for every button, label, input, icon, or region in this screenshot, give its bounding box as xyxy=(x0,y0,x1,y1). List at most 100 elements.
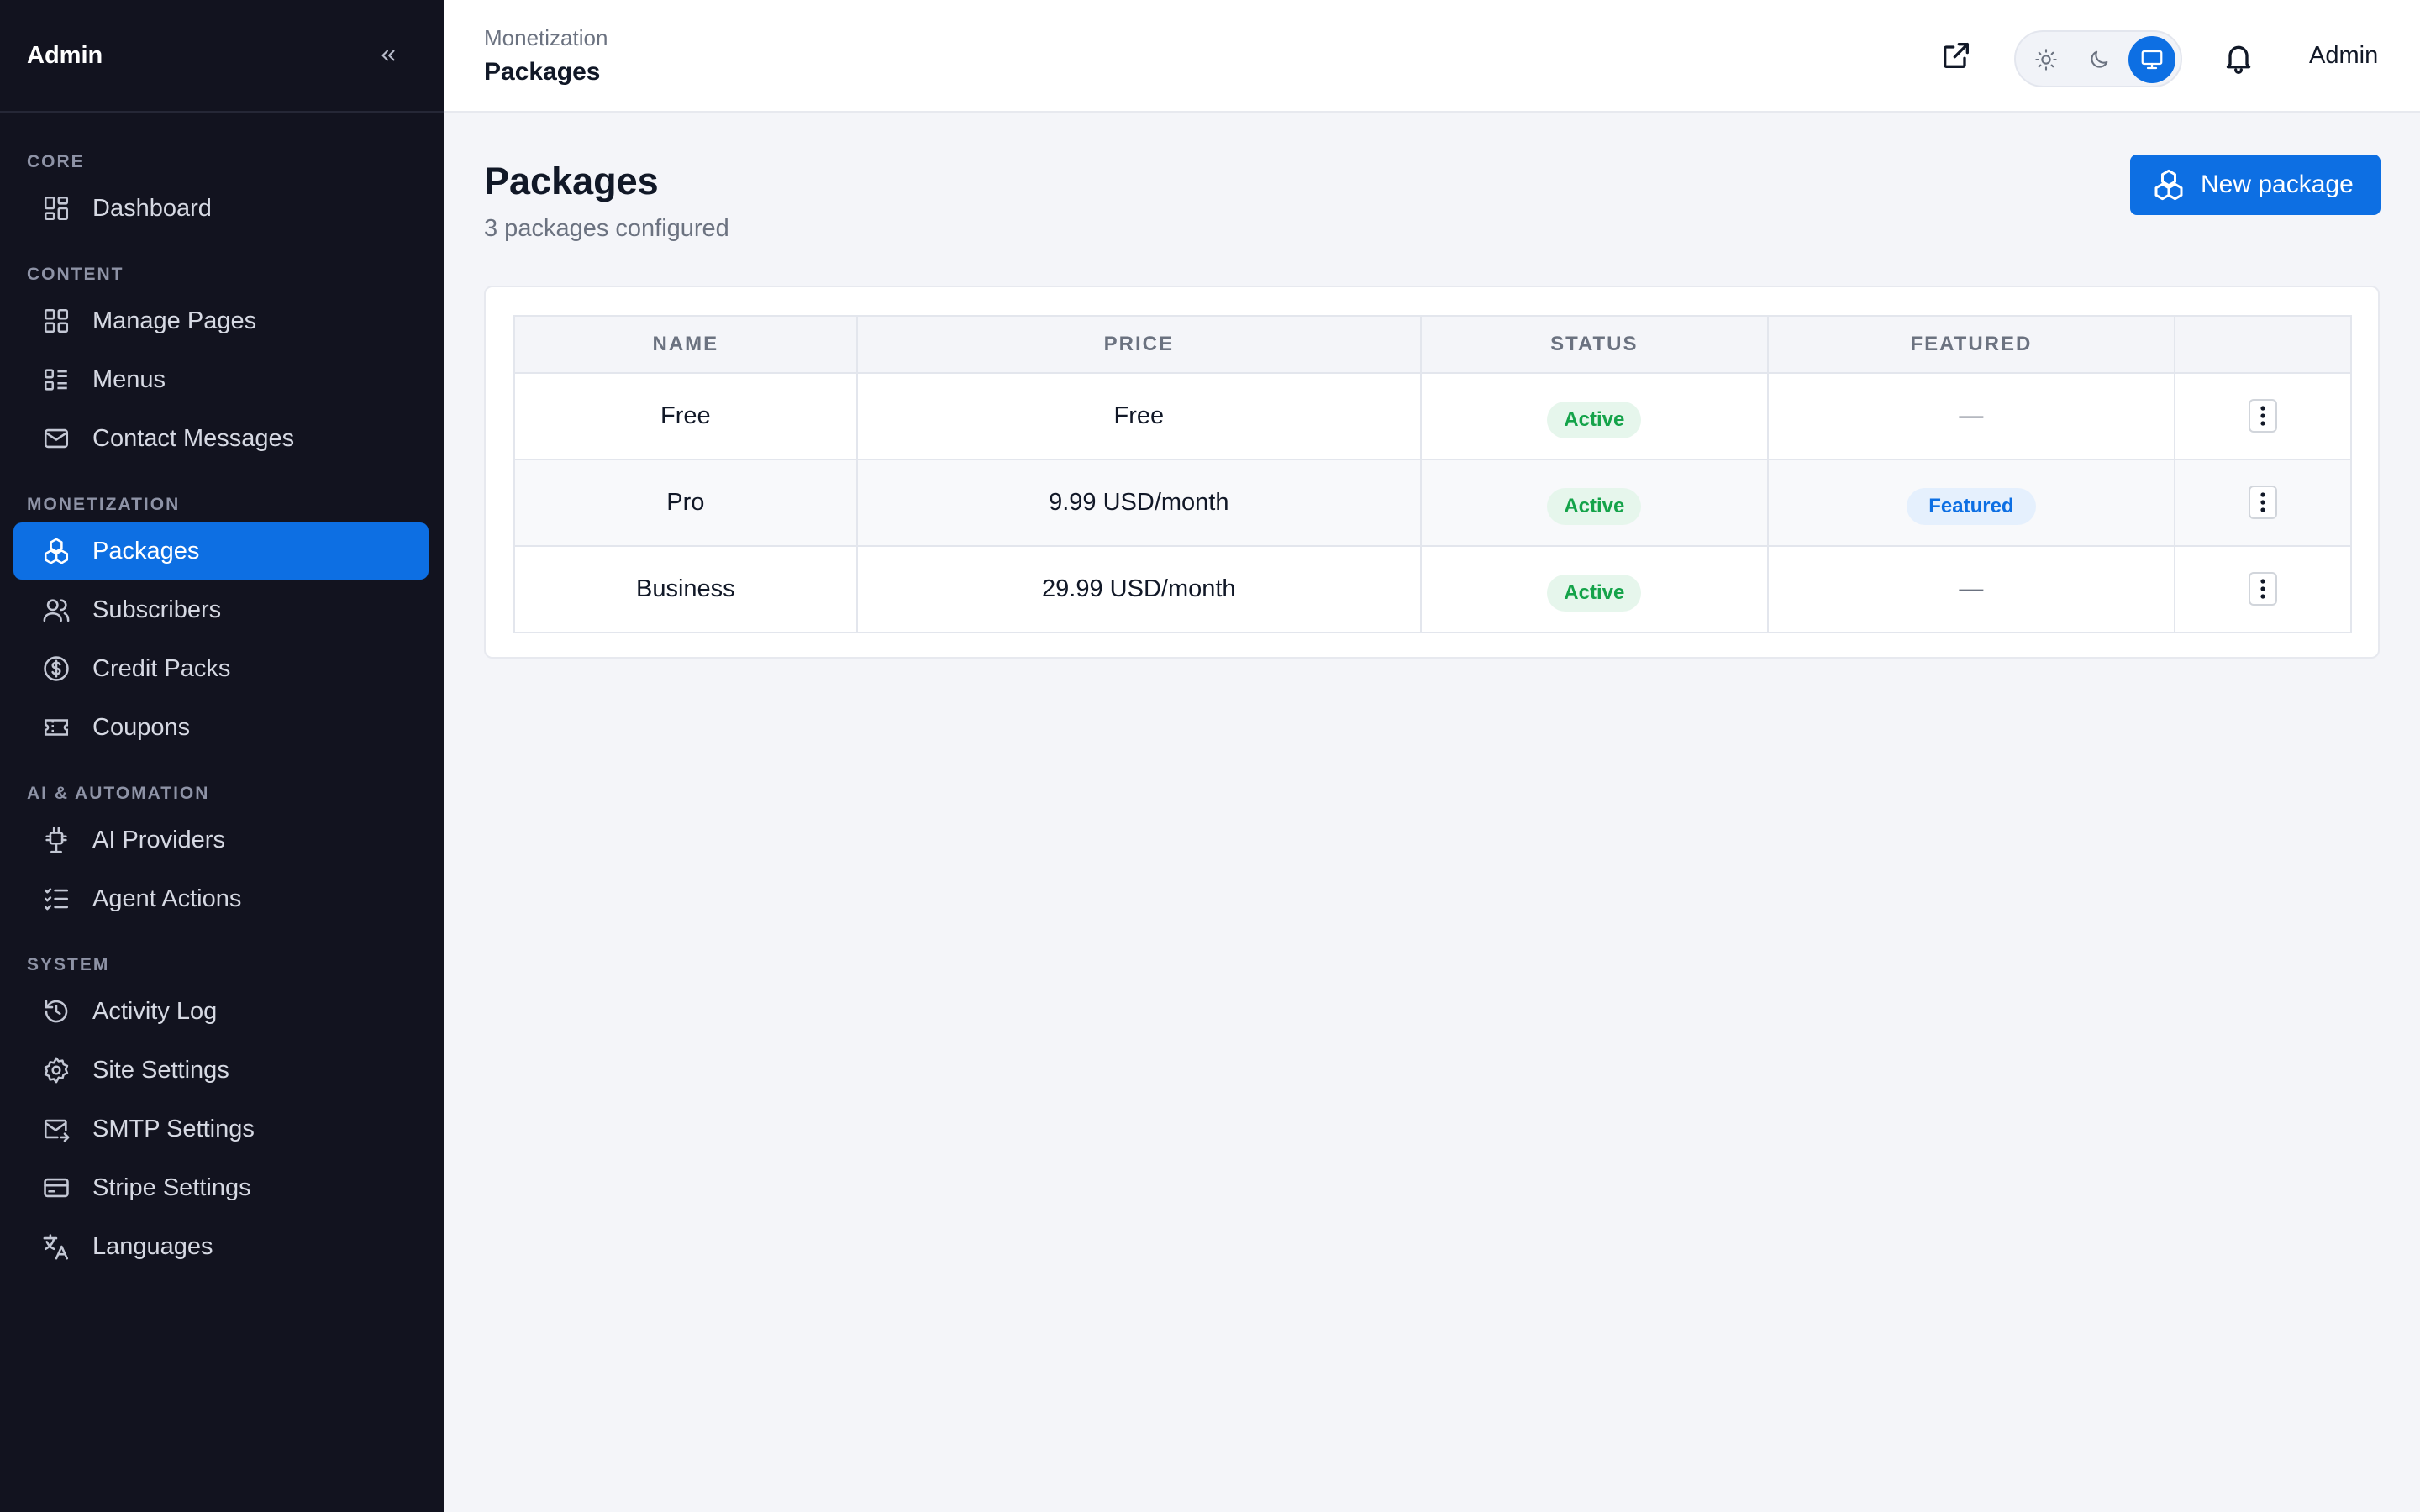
sidebar-section-core: CORE Dashboard xyxy=(0,146,444,237)
row-actions-button[interactable] xyxy=(2249,399,2278,433)
cell-actions xyxy=(2174,372,2352,460)
cell-status: Active xyxy=(1419,459,1769,547)
not-featured-dash: — xyxy=(1959,575,1984,602)
sidebar-item-coupons[interactable]: Coupons xyxy=(13,699,429,756)
sidebar-item-agent-actions[interactable]: Agent Actions xyxy=(13,870,429,927)
moon-icon xyxy=(2091,50,2108,68)
sidebar-item-credit-packs[interactable]: Credit Packs xyxy=(13,640,429,697)
sidebar-title: Admin xyxy=(27,41,103,69)
new-package-button[interactable]: New package xyxy=(2130,155,2381,215)
cell-featured: — xyxy=(1766,545,2176,633)
row-actions-button[interactable] xyxy=(2249,572,2278,606)
sidebar-item-languages[interactable]: Languages xyxy=(13,1218,429,1275)
not-featured-dash: — xyxy=(1959,402,1984,429)
sidebar-item-label: Dashboard xyxy=(92,194,212,222)
dashboard-icon xyxy=(42,194,71,223)
translate-icon xyxy=(42,1232,71,1261)
sidebar-section-title: AI & AUTOMATION xyxy=(27,784,210,803)
sidebar-item-label: Languages xyxy=(92,1232,213,1260)
sidebar-item-activity-log[interactable]: Activity Log xyxy=(13,983,429,1040)
sidebar-section-content: CONTENT Manage Pages Menus Contact Messa… xyxy=(0,259,444,467)
packages-icon xyxy=(42,537,71,565)
breadcrumb-current: Packages xyxy=(484,58,601,86)
theme-light-button[interactable] xyxy=(2023,36,2070,83)
sidebar-item-label: Contact Messages xyxy=(92,424,295,452)
cell-actions xyxy=(2174,459,2352,547)
sidebar-section-ai-automation: AI & AUTOMATION AI Providers Agent Actio… xyxy=(0,778,444,927)
checklist-icon xyxy=(42,885,71,913)
gear-icon xyxy=(42,1056,71,1084)
page-title: Packages xyxy=(484,160,659,202)
sun-icon xyxy=(2035,49,2057,71)
menu-list-icon xyxy=(42,365,71,394)
sidebar-item-label: Manage Pages xyxy=(92,307,257,334)
breadcrumb-parent[interactable]: Monetization xyxy=(484,25,608,51)
sidebar-header: Admin xyxy=(0,0,444,113)
notifications-button[interactable] xyxy=(2222,40,2255,74)
sidebar-item-stripe-settings[interactable]: Stripe Settings xyxy=(13,1159,429,1216)
sidebar: Admin CORE Dashboard CONTENT Manage Page… xyxy=(0,0,444,1512)
sidebar-item-label: AI Providers xyxy=(92,826,225,853)
users-icon xyxy=(42,596,71,624)
credit-card-icon xyxy=(42,1173,71,1202)
theme-system-button[interactable] xyxy=(2128,36,2175,83)
cell-actions xyxy=(2174,545,2352,633)
sidebar-item-smtp-settings[interactable]: SMTP Settings xyxy=(13,1100,429,1158)
sidebar-section-title: MONETIZATION xyxy=(27,495,181,514)
chevrons-left-icon xyxy=(381,50,395,61)
cell-status: Active xyxy=(1419,372,1769,460)
packages-card: NAME PRICE STATUS FEATURED Free Free Act… xyxy=(484,286,2380,659)
more-vertical-icon xyxy=(2260,579,2265,599)
external-link-icon xyxy=(1944,43,1969,69)
sidebar-section-system: SYSTEM Activity Log Site Settings SMTP S… xyxy=(0,949,444,1275)
history-icon xyxy=(42,997,71,1026)
user-menu[interactable]: Admin xyxy=(2309,42,2378,70)
row-actions-button[interactable] xyxy=(2249,486,2278,519)
sidebar-item-manage-pages[interactable]: Manage Pages xyxy=(13,292,429,349)
packages-table: NAME PRICE STATUS FEATURED Free Free Act… xyxy=(513,315,2352,633)
cell-featured: Featured xyxy=(1766,459,2176,547)
sidebar-item-dashboard[interactable]: Dashboard xyxy=(13,180,429,237)
cell-name: Free xyxy=(513,372,858,460)
sidebar-item-menus[interactable]: Menus xyxy=(13,351,429,408)
sidebar-item-label: Agent Actions xyxy=(92,885,242,912)
sidebar-section-title: SYSTEM xyxy=(27,955,110,974)
theme-dark-button[interactable] xyxy=(2075,36,2123,83)
table-row: Business 29.99 USD/month Active — xyxy=(513,545,2352,633)
cell-price: Free xyxy=(855,372,1422,460)
cell-status: Active xyxy=(1419,545,1769,633)
sidebar-item-packages[interactable]: Packages xyxy=(13,522,429,580)
sidebar-section-title: CORE xyxy=(27,152,85,171)
table-row: Pro 9.99 USD/month Active Featured xyxy=(513,459,2352,547)
sidebar-nav: CORE Dashboard CONTENT Manage Pages Menu… xyxy=(0,113,444,1275)
column-header-price[interactable]: PRICE xyxy=(855,315,1422,374)
column-header-actions xyxy=(2174,315,2352,374)
theme-switcher xyxy=(2014,30,2182,87)
collapse-sidebar-button[interactable] xyxy=(373,40,403,71)
sidebar-item-ai-providers[interactable]: AI Providers xyxy=(13,811,429,869)
table-row: Free Free Active — xyxy=(513,372,2352,460)
sidebar-item-site-settings[interactable]: Site Settings xyxy=(13,1042,429,1099)
column-header-name[interactable]: NAME xyxy=(513,315,858,374)
cell-name: Pro xyxy=(513,459,858,547)
sidebar-item-label: Stripe Settings xyxy=(92,1173,251,1201)
sidebar-section-monetization: MONETIZATION Packages Subscribers Credit… xyxy=(0,489,444,756)
cell-featured: — xyxy=(1766,372,2176,460)
featured-badge: Featured xyxy=(1907,487,2036,525)
open-site-button[interactable] xyxy=(1939,39,1973,72)
column-header-featured[interactable]: FEATURED xyxy=(1766,315,2176,374)
more-vertical-icon xyxy=(2260,406,2265,426)
cell-price: 9.99 USD/month xyxy=(855,459,1422,547)
status-badge: Active xyxy=(1547,574,1642,612)
new-package-label: New package xyxy=(2201,171,2354,198)
chip-icon xyxy=(42,826,71,854)
sidebar-item-label: SMTP Settings xyxy=(92,1115,255,1142)
cell-name: Business xyxy=(513,545,858,633)
sidebar-item-label: Packages xyxy=(92,537,200,564)
breadcrumb: Monetization Packages xyxy=(484,25,608,87)
sidebar-item-subscribers[interactable]: Subscribers xyxy=(13,581,429,638)
column-header-status[interactable]: STATUS xyxy=(1419,315,1769,374)
sidebar-item-contact-messages[interactable]: Contact Messages xyxy=(13,410,429,467)
mail-icon xyxy=(42,424,71,453)
sidebar-item-label: Coupons xyxy=(92,713,191,741)
